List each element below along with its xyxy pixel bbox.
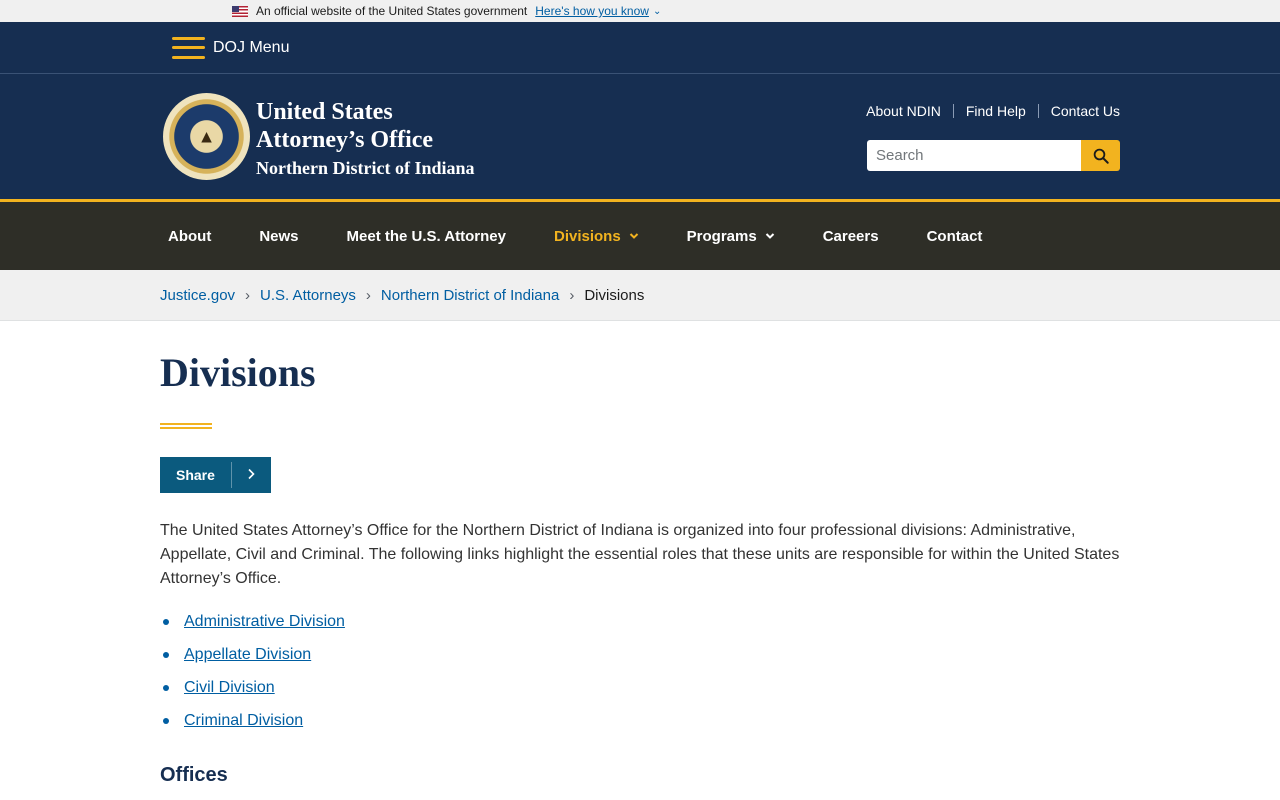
search-form <box>867 140 1120 171</box>
nav-careers[interactable]: Careers <box>823 228 879 245</box>
doj-seal-logo[interactable]: ▲ <box>163 93 250 180</box>
nav-divisions-label: Divisions <box>553 227 621 245</box>
divisions-list: Administrative Division Appellate Divisi… <box>160 605 1120 737</box>
bullet <box>163 651 169 658</box>
chevron-right-icon: › <box>569 286 575 304</box>
site-title[interactable]: United States Attorney’s Office Northern… <box>256 98 475 180</box>
list-item: Civil Division <box>160 671 1120 704</box>
bullet <box>163 684 169 691</box>
gov-banner-text: An official website of the United States… <box>256 4 528 18</box>
share-button[interactable]: Share <box>160 457 271 493</box>
doj-menu-button[interactable]: DOJ Menu <box>213 39 289 57</box>
breadcrumb-northern-district[interactable]: Northern District of Indiana <box>381 287 559 304</box>
utility-links: About NDIN Find Help Contact Us <box>866 103 1120 119</box>
nav-meet-the-us-attorney[interactable]: Meet the U.S. Attorney <box>347 228 506 245</box>
site-header: ▲ United States Attorney’s Office Northe… <box>0 74 1280 199</box>
hamburger-menu-icon[interactable] <box>172 36 205 59</box>
gov-banner: An official website of the United States… <box>0 0 1280 22</box>
list-item: Appellate Division <box>160 638 1120 671</box>
list-item: Administrative Division <box>160 605 1120 638</box>
nav-about[interactable]: About <box>168 228 211 245</box>
site-title-line1: United States <box>256 99 393 125</box>
share-label: Share <box>160 462 232 488</box>
breadcrumb-current: Divisions <box>584 286 645 304</box>
about-ndin-link[interactable]: About NDIN <box>866 103 941 119</box>
bullet <box>163 618 169 625</box>
divider <box>952 104 954 118</box>
site-subtitle: Northern District of Indiana <box>256 158 475 178</box>
nav-programs[interactable]: Programs <box>687 228 775 245</box>
chevron-right-icon <box>232 467 271 483</box>
nav-meet-label: Meet the U.S. Attorney <box>346 227 506 245</box>
search-icon <box>1093 148 1109 164</box>
nav-news-label: News <box>259 227 299 245</box>
chevron-right-icon: › <box>365 286 371 304</box>
site-title-line2: Attorney’s Office <box>256 127 434 153</box>
nav-careers-label: Careers <box>822 227 879 245</box>
search-input[interactable] <box>867 140 1081 171</box>
breadcrumb-justice-gov[interactable]: Justice.gov <box>160 287 235 304</box>
civil-division-link[interactable]: Civil Division <box>184 679 275 697</box>
nav-programs-label: Programs <box>686 227 757 245</box>
chevron-down-icon <box>765 233 774 239</box>
breadcrumb-us-attorneys[interactable]: U.S. Attorneys <box>260 287 356 304</box>
criminal-division-link[interactable]: Criminal Division <box>184 712 303 730</box>
page-title: Divisions <box>160 350 316 395</box>
contact-us-link[interactable]: Contact Us <box>1051 103 1120 119</box>
heres-how-you-know-link[interactable]: Here's how you know <box>535 4 649 18</box>
main-content: Divisions Share The United States Attorn… <box>0 349 1120 787</box>
bullet <box>163 717 169 724</box>
nav-contact[interactable]: Contact <box>927 228 983 245</box>
breadcrumb: Justice.gov › U.S. Attorneys › Northern … <box>0 270 1280 321</box>
find-help-link[interactable]: Find Help <box>966 103 1026 119</box>
intro-paragraph: The United States Attorney’s Office for … <box>160 522 1120 587</box>
divider <box>1037 104 1039 118</box>
administrative-division-link[interactable]: Administrative Division <box>184 613 345 631</box>
search-button[interactable] <box>1081 140 1120 171</box>
offices-heading: Offices <box>160 764 228 786</box>
us-flag-icon <box>232 5 248 17</box>
chevron-down-icon <box>629 233 638 239</box>
doj-menu-bar: DOJ Menu <box>0 22 1280 74</box>
appellate-division-link[interactable]: Appellate Division <box>184 646 311 664</box>
chevron-down-icon[interactable]: ⌄ <box>653 6 661 17</box>
main-nav: About News Meet the U.S. Attorney Divisi… <box>0 199 1280 270</box>
nav-divisions[interactable]: Divisions <box>554 228 639 245</box>
chevron-right-icon: › <box>245 286 251 304</box>
nav-news[interactable]: News <box>259 228 298 245</box>
title-underline <box>160 423 212 429</box>
list-item: Criminal Division <box>160 704 1120 737</box>
eagle-icon: ▲ <box>197 126 216 146</box>
nav-contact-label: Contact <box>926 227 983 245</box>
nav-about-label: About <box>168 227 212 245</box>
